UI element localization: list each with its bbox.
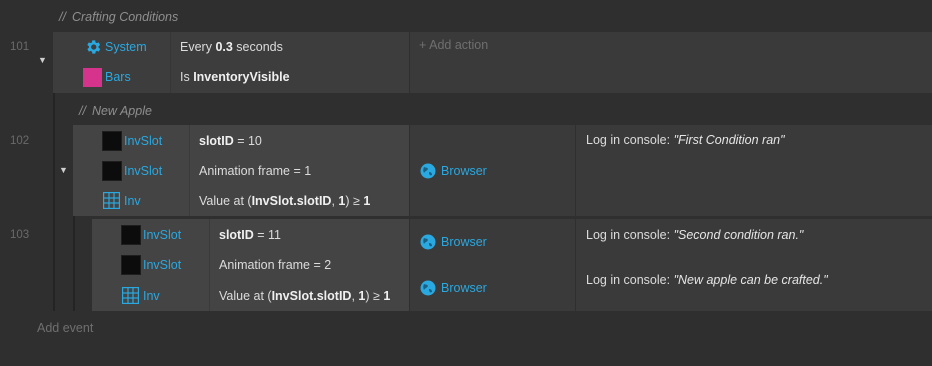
object-name-inv[interactable]: Inv	[124, 194, 141, 208]
comment-crafting-conditions[interactable]: //Crafting Conditions	[59, 10, 178, 24]
comment-new-apple[interactable]: //New Apple	[79, 104, 152, 118]
object-name-invslot[interactable]: InvSlot	[143, 258, 181, 272]
action-log-console[interactable]: Log in console: "First Condition ran"	[586, 133, 785, 147]
condition-slotid[interactable]: slotID = 11	[219, 228, 281, 242]
event-number: 102	[10, 135, 30, 147]
object-name-browser[interactable]: Browser	[441, 235, 487, 249]
globe-icon	[420, 234, 436, 250]
event-number: 101	[10, 41, 30, 53]
globe-icon	[420, 280, 436, 296]
condition-every-seconds[interactable]: Every 0.3 seconds	[180, 40, 283, 54]
condition-value-at[interactable]: Value at (InvSlot.slotID, 1) ≥ 1	[199, 194, 370, 208]
condition-animation-frame[interactable]: Animation frame = 1	[199, 164, 311, 178]
collapse-arrow-icon[interactable]: ▼	[38, 55, 47, 65]
event-number: 103	[10, 229, 30, 241]
condition-animation-frame[interactable]: Animation frame = 2	[219, 258, 331, 272]
action-log-console[interactable]: Log in console: "New apple can be crafte…	[586, 273, 828, 287]
condition-is-inventory-visible[interactable]: Is InventoryVisible	[180, 70, 290, 84]
grid-icon	[121, 286, 140, 305]
gear-icon	[84, 38, 102, 56]
object-name-invslot[interactable]: InvSlot	[124, 134, 162, 148]
collapse-arrow-icon[interactable]: ▼	[59, 165, 68, 175]
action-log-console[interactable]: Log in console: "Second condition ran."	[586, 228, 803, 242]
condition-slotid[interactable]: slotID = 10	[199, 134, 262, 148]
add-action-button[interactable]: + Add action	[419, 38, 488, 52]
object-name-system[interactable]: System	[105, 40, 147, 54]
object-name-invslot[interactable]: InvSlot	[143, 228, 181, 242]
object-name-bars[interactable]: Bars	[105, 70, 131, 84]
object-name-inv[interactable]: Inv	[143, 289, 160, 303]
invslot-icon	[121, 255, 141, 275]
object-name-invslot[interactable]: InvSlot	[124, 164, 162, 178]
grid-icon	[102, 191, 121, 210]
bars-icon	[83, 68, 102, 87]
object-name-browser[interactable]: Browser	[441, 164, 487, 178]
object-name-browser[interactable]: Browser	[441, 281, 487, 295]
invslot-icon	[121, 225, 141, 245]
event-103-actions[interactable]	[410, 219, 575, 311]
event-101-actions[interactable]	[410, 32, 932, 93]
add-event-button[interactable]: Add event	[37, 321, 93, 335]
condition-value-at[interactable]: Value at (InvSlot.slotID, 1) ≥ 1	[219, 289, 390, 303]
invslot-icon	[102, 161, 122, 181]
invslot-icon	[102, 131, 122, 151]
globe-icon	[420, 163, 436, 179]
